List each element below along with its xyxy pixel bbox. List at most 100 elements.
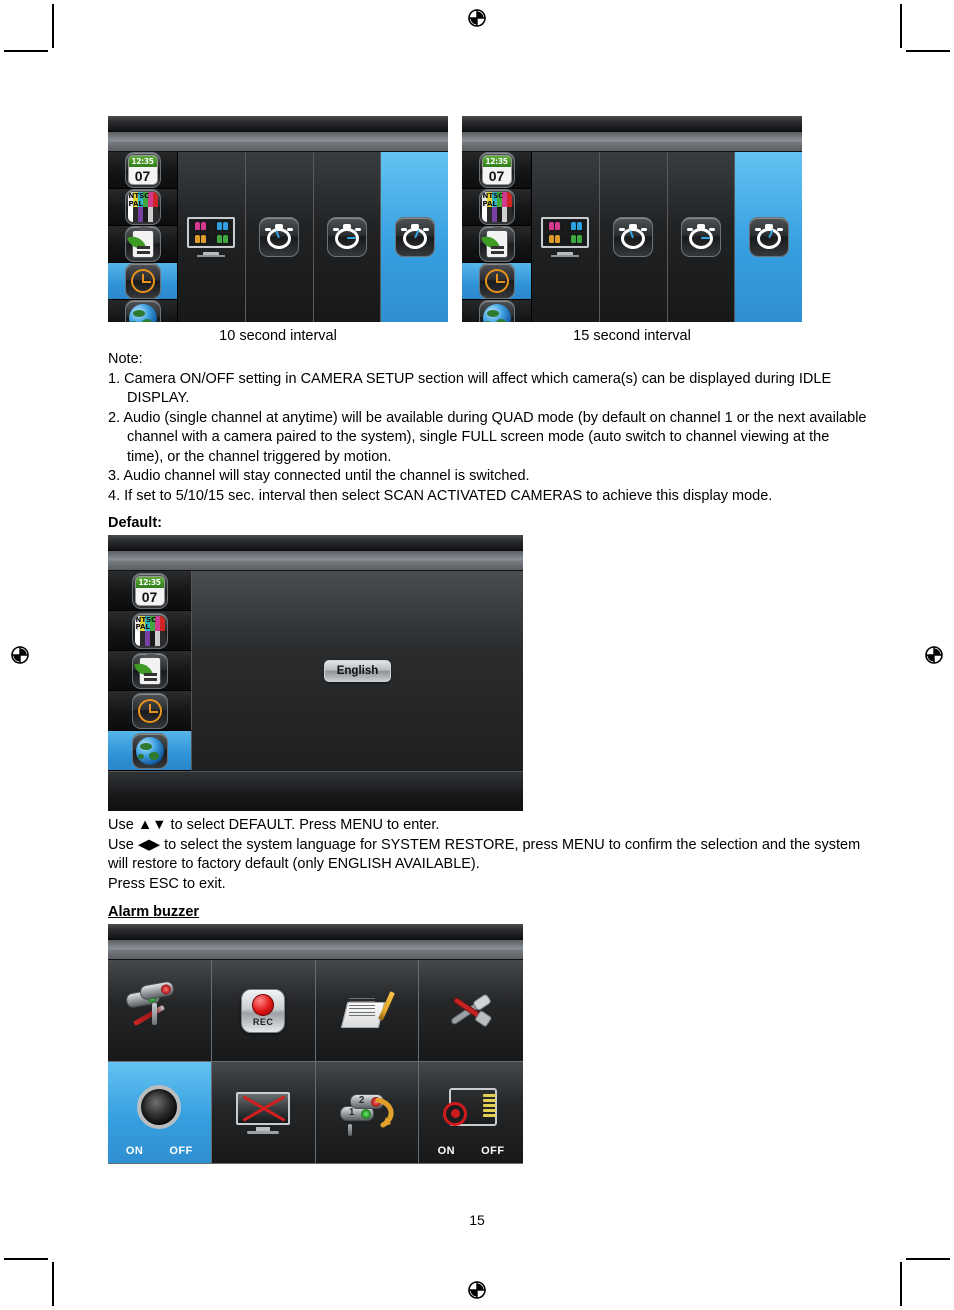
menu-cell-camera-scan[interactable]: 1 2 [315,1062,420,1164]
default-main-area: English [192,571,523,771]
globe-icon [131,732,168,769]
globe-icon [478,300,515,322]
note-item: 4. If set to 5/10/15 sec. interval then … [108,487,773,504]
sd-overwrite-on-label[interactable]: ON [438,1145,456,1157]
crop-mark-top-right-vertical [900,4,902,48]
sidebar-item-datetime[interactable]: 12:35 07 [108,152,177,189]
menu-cell-alarm-buzzer[interactable]: ON OFF [108,1062,212,1164]
language-select-button[interactable]: English [323,660,392,682]
display-off-icon [236,1091,291,1134]
crop-mark-top-left-vertical [52,4,54,48]
speaker-buzzer-icon [137,1084,182,1129]
sidebar-item-power-save[interactable] [108,226,177,263]
eco-battery-icon [131,652,168,689]
eco-battery-icon [124,226,161,262]
calendar-clock-icon: 12:35 07 [131,572,168,609]
rotate-arrow-icon [375,1097,394,1127]
option-interval-5s[interactable] [599,152,668,322]
sd-overwrite-off-label[interactable]: OFF [481,1145,505,1157]
note-item: 2. Audio (single channel at anytime) wil… [108,409,867,465]
note-list: 1. Camera ON/OFF setting in CAMERA SETUP… [108,370,868,507]
page-content: 12:35 07 NTSC PAL 10 second interval 12:… [108,0,868,1310]
sidebar-item-default[interactable] [108,731,192,771]
main-menu-grid: REC ON OFF 1 2 ON OFF [108,960,523,1164]
crop-mark-bottom-left-horizontal [4,1258,48,1260]
default-heading: Default: [108,515,162,531]
menu-cell-record[interactable]: REC [211,960,316,1062]
sidebar-item-idle-display[interactable] [108,691,192,731]
ntsc-pal-icon: NTSC PAL [131,612,168,649]
idle-display-panel-row: 12:35 07 NTSC PAL 10 second interval 12:… [108,116,868,344]
ntsc-pal-text: NTSC PAL [128,192,150,208]
alarm-buzzer-section: Alarm buzzer REC ON OFF 1 2 ON OFF [108,904,868,1164]
orange-clock-icon [478,263,515,299]
ntsc-pal-icon: NTSC PAL [124,189,161,225]
sidebar-item-power-save[interactable] [462,226,531,263]
quad-monitor-icon [187,217,236,257]
menu-cell-system-setup[interactable] [419,960,523,1062]
osd-body: 12:35 07 [462,152,802,322]
page-number: 15 [469,1212,485,1228]
osd-screen-10s: 12:35 07 NTSC PAL [108,116,448,322]
option-interval-15s[interactable] [735,152,802,322]
sidebar-item-language[interactable] [108,300,177,322]
sidebar-item-datetime[interactable]: 12:35 07 [108,571,192,611]
option-interval-15s[interactable] [381,152,448,322]
menu-cell-event-list[interactable] [315,960,420,1062]
sidebar-item-idle-display[interactable] [108,263,177,300]
calendar-day-label: 07 [488,168,505,184]
osd-sidebar: 12:35 07 NTSC PAL [108,571,192,771]
crop-mark-top-left-horizontal [4,50,48,52]
stopwatch-5s-icon [259,217,300,257]
option-quad-display[interactable] [532,152,600,322]
ntsc-pal-text: NTSC PAL [135,615,157,631]
calendar-time-label: 12:35 [135,576,164,588]
osd-option-columns [178,152,448,322]
camera-setup-icon [122,979,196,1041]
calendar-clock-icon: 12:35 07 [478,152,515,188]
sidebar-item-idle-display[interactable] [462,263,531,300]
option-quad-display[interactable] [178,152,246,322]
menu-cell-sd-overwrite[interactable]: ON OFF [419,1062,523,1164]
event-list-icon [340,990,395,1030]
osd-title-bar [462,116,802,132]
instruction-line: Use ◀▶ to select the system language for… [108,836,861,873]
option-interval-5s[interactable] [245,152,314,322]
menu-cell-display-off[interactable] [211,1062,316,1164]
osd-screen-default: 12:35 07 NTSC PAL English [108,535,523,811]
calendar-time-label: 12:35 [128,156,157,167]
idle-display-caption-10s: 10 second interval [219,328,337,344]
alarm-buzzer-onoff: ON OFF [108,1145,211,1157]
calendar-day-label: 07 [134,168,151,184]
alarm-buzzer-off-label[interactable]: OFF [169,1145,193,1157]
default-section: Default: 12:35 07 NTSC PAL English Use ▲… [108,515,868,894]
osd-screen-alarm-buzzer: REC ON OFF 1 2 ON OFF [108,924,523,1164]
sidebar-item-language[interactable] [462,300,531,322]
stopwatch-15s-icon [748,217,789,257]
stopwatch-10s-icon [326,217,367,257]
alarm-buzzer-on-label[interactable]: ON [126,1145,144,1157]
sidebar-item-power-save[interactable] [108,651,192,691]
note-block: Note: 1. Camera ON/OFF setting in CAMERA… [108,350,868,506]
option-interval-10s[interactable] [667,152,736,322]
system-tools-icon [443,987,499,1035]
note-heading: Note: [108,351,143,367]
default-instructions: Use ▲▼ to select DEFAULT. Press MENU to … [108,816,868,894]
alarm-buzzer-heading: Alarm buzzer [108,904,200,920]
crop-mark-bottom-left-vertical [52,1262,54,1306]
registration-mark-left [8,643,32,667]
option-interval-10s[interactable] [313,152,382,322]
crop-mark-bottom-right-horizontal [906,1258,950,1260]
osd-title-bar [108,924,523,940]
globe-icon [124,300,161,322]
osd-option-columns [532,152,802,322]
osd-title-bar [108,535,523,551]
sidebar-item-video-format[interactable]: NTSC PAL [108,189,177,226]
sidebar-item-video-format[interactable]: NTSC PAL [108,611,192,651]
calendar-time-label: 12:35 [482,156,511,167]
osd-sidebar: 12:35 07 NTSC PAL [108,152,178,322]
osd-sidebar: 12:35 07 NTSC PAL [462,152,532,322]
sidebar-item-video-format[interactable]: NTSC PAL [462,189,531,226]
menu-cell-camera-setup[interactable] [108,960,212,1062]
sidebar-item-datetime[interactable]: 12:35 07 [462,152,531,189]
